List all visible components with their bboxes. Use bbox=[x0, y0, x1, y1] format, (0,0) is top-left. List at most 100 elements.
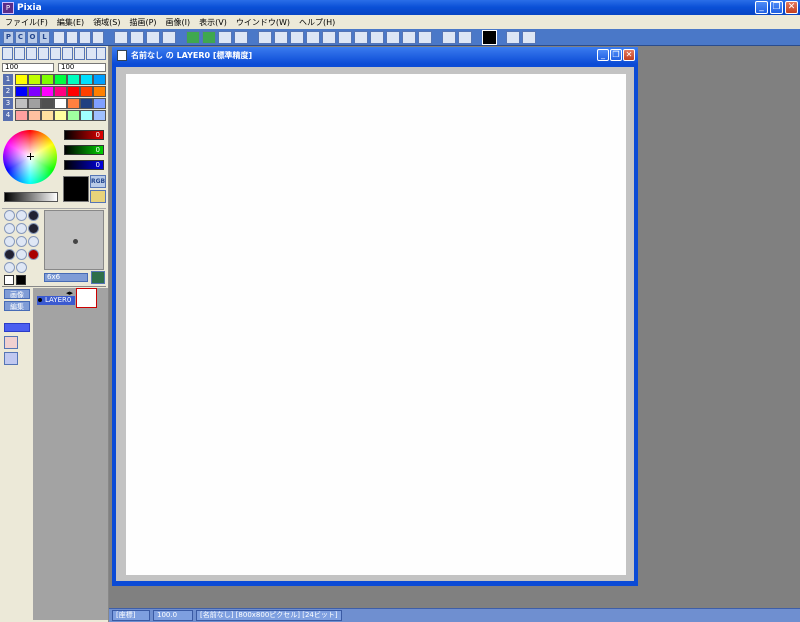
undo-icon[interactable] bbox=[186, 31, 200, 44]
foreground-color-swatch[interactable] bbox=[482, 30, 497, 45]
pen-tool-icon[interactable] bbox=[2, 47, 13, 60]
layer-visibility-icon[interactable] bbox=[38, 298, 42, 302]
brush-shape-icon[interactable] bbox=[28, 210, 39, 221]
pin-icon[interactable] bbox=[4, 336, 18, 349]
rectangle-tool-icon[interactable] bbox=[274, 31, 288, 44]
palette-swatch[interactable] bbox=[15, 74, 28, 85]
brush-shape-icon[interactable] bbox=[16, 262, 27, 273]
panel-c-button[interactable]: C bbox=[15, 31, 26, 44]
palette-swatch[interactable] bbox=[28, 86, 41, 97]
brush-shape-icon[interactable] bbox=[4, 223, 15, 234]
drawing-canvas[interactable] bbox=[126, 74, 626, 575]
palette-swatch[interactable] bbox=[93, 98, 106, 109]
red-value-bar[interactable]: 0 bbox=[64, 130, 104, 140]
palette-swatch[interactable] bbox=[54, 86, 67, 97]
checker-icon[interactable] bbox=[418, 31, 432, 44]
layer-tab-image[interactable]: 画像 bbox=[4, 289, 30, 299]
zoom-out-icon[interactable] bbox=[522, 31, 536, 44]
palette-swatch[interactable] bbox=[67, 110, 80, 121]
canvas-window-titlebar[interactable]: 名前なし の LAYER0 [標準精度] _ ❐ ✕ bbox=[112, 47, 638, 64]
opacity-slider-b[interactable]: 100 bbox=[58, 63, 106, 72]
panel-p-button[interactable]: P bbox=[3, 31, 14, 44]
redo-icon[interactable] bbox=[202, 31, 216, 44]
panel-l-button[interactable]: L bbox=[39, 31, 50, 44]
palette-swatch[interactable] bbox=[41, 110, 54, 121]
foreground-color-small-swatch[interactable] bbox=[16, 275, 26, 285]
palette-swatch[interactable] bbox=[28, 98, 41, 109]
canvas-close-button[interactable]: ✕ bbox=[623, 49, 635, 61]
lasso-tool-icon[interactable] bbox=[370, 31, 384, 44]
palette-swatch[interactable] bbox=[15, 98, 28, 109]
brush-shape-icon[interactable] bbox=[28, 223, 39, 234]
save-file-icon[interactable] bbox=[146, 31, 160, 44]
layer-thumbnail[interactable] bbox=[76, 288, 97, 308]
tile-icon[interactable] bbox=[66, 31, 78, 44]
copy-icon[interactable] bbox=[218, 31, 232, 44]
eraser-icon[interactable] bbox=[258, 31, 272, 44]
layer-opacity-bar[interactable] bbox=[4, 323, 30, 332]
print-icon[interactable] bbox=[162, 31, 176, 44]
dot-pen-icon[interactable] bbox=[14, 47, 25, 60]
palette-swatch[interactable] bbox=[93, 74, 106, 85]
palette-swatch[interactable] bbox=[41, 74, 54, 85]
select-rect-icon[interactable] bbox=[402, 31, 416, 44]
fill-icon[interactable] bbox=[442, 31, 456, 44]
opacity-slider-a[interactable]: 100 bbox=[2, 63, 54, 72]
palette-swatch[interactable] bbox=[80, 110, 93, 121]
ellipse-tool-icon[interactable] bbox=[306, 31, 320, 44]
canvas-minimize-button[interactable]: _ bbox=[597, 49, 609, 61]
palette-swatch[interactable] bbox=[80, 86, 93, 97]
palette-swatch[interactable] bbox=[67, 86, 80, 97]
airbrush-icon[interactable] bbox=[50, 47, 61, 60]
brush-shape-icon[interactable] bbox=[4, 262, 15, 273]
brush-shape-icon[interactable] bbox=[28, 236, 39, 247]
brush-shape-icon[interactable] bbox=[16, 210, 27, 221]
curve-tool-icon[interactable] bbox=[338, 31, 352, 44]
palette-swatch[interactable] bbox=[54, 110, 67, 121]
menu-window[interactable]: ウインドウ(W) bbox=[233, 17, 293, 28]
palette-swatch[interactable] bbox=[28, 74, 41, 85]
palette-swatch[interactable] bbox=[15, 110, 28, 121]
stamp-icon[interactable] bbox=[62, 47, 73, 60]
close-button[interactable]: ✕ bbox=[785, 1, 798, 14]
palette-swatch[interactable] bbox=[93, 110, 106, 121]
rgb-mode-button[interactable]: RGB bbox=[90, 175, 106, 188]
brush-shape-icon[interactable] bbox=[28, 249, 39, 260]
close-all-icon[interactable] bbox=[79, 31, 91, 44]
color-wheel[interactable] bbox=[3, 130, 57, 184]
palette-swatch[interactable] bbox=[54, 98, 67, 109]
layer-tool-icon[interactable] bbox=[74, 47, 85, 60]
menu-help[interactable]: ヘルプ(H) bbox=[296, 17, 338, 28]
zoom-in-icon[interactable] bbox=[506, 31, 520, 44]
ruler-icon[interactable] bbox=[458, 31, 472, 44]
minimize-button[interactable]: _ bbox=[755, 1, 768, 14]
palette-swatch[interactable] bbox=[41, 86, 54, 97]
brush-shape-icon[interactable] bbox=[4, 210, 15, 221]
brush-shape-icon[interactable] bbox=[16, 249, 27, 260]
menu-selection[interactable]: 領域(S) bbox=[90, 17, 123, 28]
palette-swatch[interactable] bbox=[67, 98, 80, 109]
rotate-icon[interactable] bbox=[38, 47, 49, 60]
folder-icon[interactable] bbox=[90, 190, 106, 203]
layer-properties-icon[interactable] bbox=[4, 352, 18, 365]
brush-shape-icon[interactable] bbox=[16, 236, 27, 247]
magic-wand-icon[interactable] bbox=[386, 31, 400, 44]
brush-size-field[interactable]: 6x6 bbox=[44, 273, 88, 282]
palette-swatch[interactable] bbox=[15, 86, 28, 97]
menu-view[interactable]: 表示(V) bbox=[196, 17, 230, 28]
background-color-swatch[interactable] bbox=[4, 275, 14, 285]
line-tool-icon[interactable] bbox=[290, 31, 304, 44]
blue-value-bar[interactable]: 0 bbox=[64, 160, 104, 170]
menu-file[interactable]: ファイル(F) bbox=[2, 17, 51, 28]
paste-icon[interactable] bbox=[234, 31, 248, 44]
spline-tool-icon[interactable] bbox=[354, 31, 368, 44]
palette-swatch[interactable] bbox=[93, 86, 106, 97]
open-file-icon[interactable] bbox=[130, 31, 144, 44]
menu-draw[interactable]: 描画(P) bbox=[126, 17, 159, 28]
new-file-icon[interactable] bbox=[114, 31, 128, 44]
palette-swatch[interactable] bbox=[28, 110, 41, 121]
palette-swatch[interactable] bbox=[80, 74, 93, 85]
menu-edit[interactable]: 編集(E) bbox=[54, 17, 87, 28]
green-value-bar[interactable]: 0 bbox=[64, 145, 104, 155]
brush-shape-icon[interactable] bbox=[16, 223, 27, 234]
